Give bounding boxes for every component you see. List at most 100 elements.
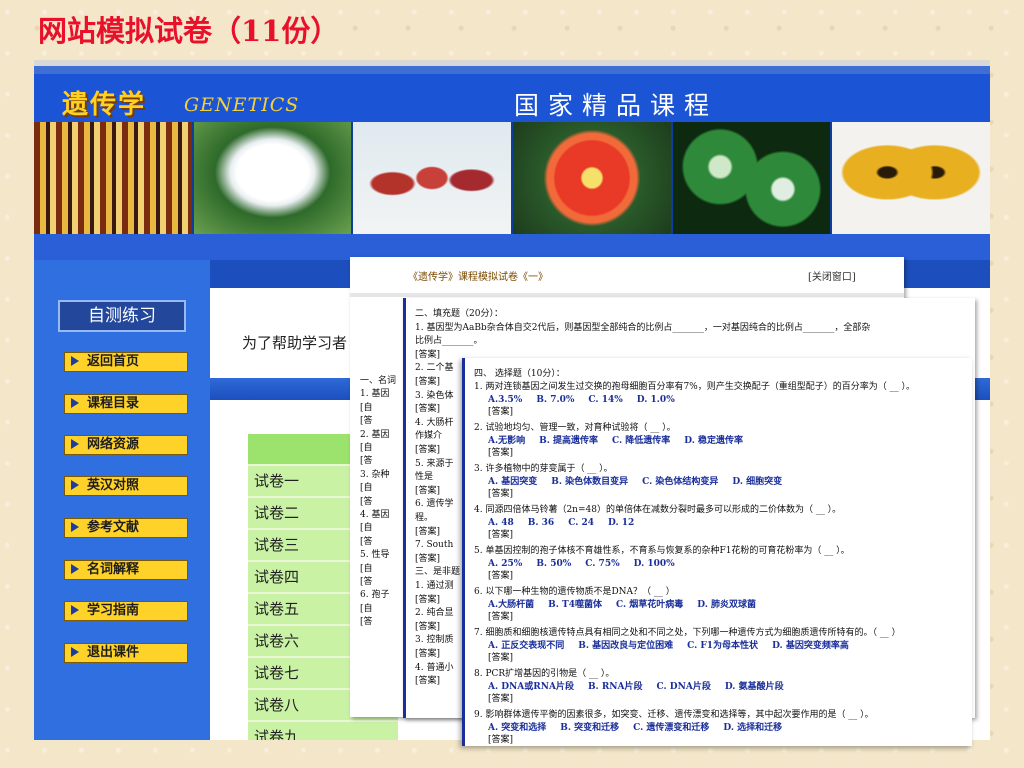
answer-option[interactable]: B. RNA片段 xyxy=(588,682,643,692)
exam-popup-window-3: 四、 选择题（10分）： 1. 两对连锁基因之间发生过交换的孢母细胞百分率有7%，… xyxy=(462,358,972,746)
answer-option[interactable]: B. 染色体数目变异 xyxy=(551,477,628,487)
question-text: 9. 影响群体遗传平衡的因素很多，如突变、迁移、遗传漂变和选择等，其中起次要作用… xyxy=(474,710,874,720)
answer-option[interactable]: C. 降低遗传率 xyxy=(612,436,670,446)
nav-label: 课程目录 xyxy=(87,396,140,411)
nav-catalog-button[interactable]: 课程目录 xyxy=(64,394,188,414)
answer-option[interactable]: A.3.5% xyxy=(488,395,522,405)
nav-references-button[interactable]: 参考文献 xyxy=(64,518,188,538)
nav-home-button[interactable]: 返回首页 xyxy=(64,352,188,372)
nav-label: 网络资源 xyxy=(87,437,140,452)
answer-option[interactable]: C. 75% xyxy=(585,559,619,569)
exam-line: 5. 性导 xyxy=(360,550,390,561)
answer-option[interactable]: A. DNA或RNA片段 xyxy=(488,682,574,692)
close-window-link[interactable]: [关闭窗口] xyxy=(808,268,856,283)
triangle-icon xyxy=(71,480,79,490)
site-header: 遗传学 GENETICS 国家精品课程 xyxy=(34,74,990,122)
exam-line: 4. 大肠杆 xyxy=(415,417,454,428)
triangle-icon xyxy=(71,647,79,657)
butterfly-photo xyxy=(832,122,990,234)
exam-line: [答案] xyxy=(415,404,441,415)
title-divider xyxy=(350,293,904,297)
answer-option[interactable]: D. 细胞突变 xyxy=(732,477,782,487)
course-name: 国家精品课程 xyxy=(514,91,719,120)
answer-placeholder: [答案] xyxy=(488,735,514,745)
exam-line: 3. 控制质 xyxy=(415,635,454,646)
answer-option[interactable]: D. 1.0% xyxy=(637,395,675,405)
answer-option[interactable]: D. 基因突变频率高 xyxy=(772,641,849,651)
triangle-icon xyxy=(71,356,79,366)
exam-line: [答 xyxy=(360,577,373,587)
answer-option[interactable]: A. 25% xyxy=(488,559,522,569)
exam-line: [答案] xyxy=(415,594,441,605)
nav-glossary-bilingual-button[interactable]: 英汉对照 xyxy=(64,476,188,496)
answer-option[interactable]: A. 正反交表现不同 xyxy=(488,641,564,651)
exam-line: [答案] xyxy=(415,526,441,537)
answer-placeholder: [答案] xyxy=(488,612,514,622)
site-logo: 遗传学 xyxy=(62,90,147,120)
exam-line: 一、名词 xyxy=(360,376,397,386)
exam-line: [答案] xyxy=(415,349,441,360)
exam-line: [答案] xyxy=(415,445,441,455)
answer-options: A.无影响 B. 提高遗传率 C. 降低遗传率 D. 稳定遗传率 xyxy=(488,435,757,447)
answer-option[interactable]: A.大肠杆菌 xyxy=(488,600,534,610)
answer-option[interactable]: A. 突变和选择 xyxy=(488,723,546,733)
answer-option[interactable]: D. 12 xyxy=(608,518,634,528)
answer-option[interactable]: D. 选择和迁移 xyxy=(723,723,782,733)
sidebar: 自测练习 返回首页 课程目录 网络资源 英汉对照 参考文献 名词解释 学习指南 … xyxy=(34,260,206,740)
answer-option[interactable]: C. 烟草花叶病毒 xyxy=(616,600,683,610)
question-text: 5. 单基因控制的孢子体核不育雄性系，不育系与恢复系的杂种F1花粉的可育花粉率为… xyxy=(474,546,850,556)
answer-placeholder: [答案] xyxy=(488,571,514,581)
answer-option[interactable]: B. T4噬菌体 xyxy=(548,600,602,610)
exam-line: [答 xyxy=(360,496,373,507)
nav-terms-button[interactable]: 名词解释 xyxy=(64,560,188,580)
answer-option[interactable]: D. 肺炎双球菌 xyxy=(697,600,756,610)
nav-exit-button[interactable]: 退出课件 xyxy=(64,643,188,663)
corn-photo xyxy=(34,122,192,234)
question-text: 4. 同源四倍体马铃薯（2n=48）的单倍体在减数分裂时最多可以形成的二价体数为… xyxy=(474,505,842,515)
answer-option[interactable]: B. 基因改良与定位困难 xyxy=(578,641,673,651)
exam-line: [自 xyxy=(360,443,373,453)
answer-option[interactable]: B. 提高遗传率 xyxy=(539,436,598,446)
answer-option[interactable]: A. 48 xyxy=(488,518,514,528)
answer-option[interactable]: A. 基因突变 xyxy=(488,477,537,487)
window-edge xyxy=(403,298,406,718)
exam-line: [自 xyxy=(360,563,373,574)
answer-option[interactable]: D. 100% xyxy=(634,559,675,569)
paper-link[interactable]: 试卷九 xyxy=(248,722,398,740)
answer-option[interactable]: B. 7.0% xyxy=(536,395,574,405)
answer-option[interactable]: C. 24 xyxy=(568,518,594,528)
exam-line: 3. 杂种 xyxy=(360,469,390,480)
plant-photo xyxy=(672,122,831,234)
answer-option[interactable]: D. 氨基酸片段 xyxy=(725,682,784,692)
question-text: 2. 试验地均匀、管理一致，对育种试验将（ __ ）。 xyxy=(474,423,676,433)
exam-line: 比例占_______。 xyxy=(415,336,483,347)
exam-line: 2. 纯合显 xyxy=(415,608,454,619)
exam-line: [答案] xyxy=(415,621,441,632)
answer-option[interactable]: B. 突变和迁移 xyxy=(560,723,619,733)
exam-line: [答案] xyxy=(415,553,441,564)
exam-line: 3. 染色体 xyxy=(415,390,454,401)
triangle-icon xyxy=(71,439,79,449)
nav-resources-button[interactable]: 网络资源 xyxy=(64,435,188,455)
answer-option[interactable]: D. 稳定遗传率 xyxy=(684,436,743,446)
triangle-icon xyxy=(71,398,79,408)
sidebar-heading: 自测练习 xyxy=(58,300,186,332)
exam-line: 1. 基因 xyxy=(360,389,390,400)
answer-options: A.大肠杆菌 B. T4噬菌体 C. 烟草花叶病毒 D. 肺炎双球菌 xyxy=(488,599,770,611)
answer-option[interactable]: C. DNA片段 xyxy=(657,682,711,692)
answer-option[interactable]: C. 14% xyxy=(588,395,622,405)
answer-option[interactable]: B. 36 xyxy=(528,518,554,528)
answer-option[interactable]: C. F1为母本性状 xyxy=(687,641,758,651)
nav-label: 退出课件 xyxy=(87,645,140,660)
answer-option[interactable]: C. 遗传漂变和迁移 xyxy=(633,723,709,733)
exam-line: 6. 遗传学 xyxy=(415,499,454,510)
nav-guide-button[interactable]: 学习指南 xyxy=(64,601,188,621)
triangle-icon xyxy=(71,522,79,532)
answer-option[interactable]: C. 染色体结构变异 xyxy=(642,477,718,487)
exam-line: [自 xyxy=(360,603,373,614)
flower-photo xyxy=(513,122,671,234)
answer-option[interactable]: B. 50% xyxy=(536,559,571,569)
answer-option[interactable]: A.无影响 xyxy=(488,436,525,446)
question-text: 6. 以下哪一种生物的遗传物质不是DNA？（ __ ） xyxy=(474,587,675,597)
exam-line: 性是 xyxy=(415,472,434,483)
